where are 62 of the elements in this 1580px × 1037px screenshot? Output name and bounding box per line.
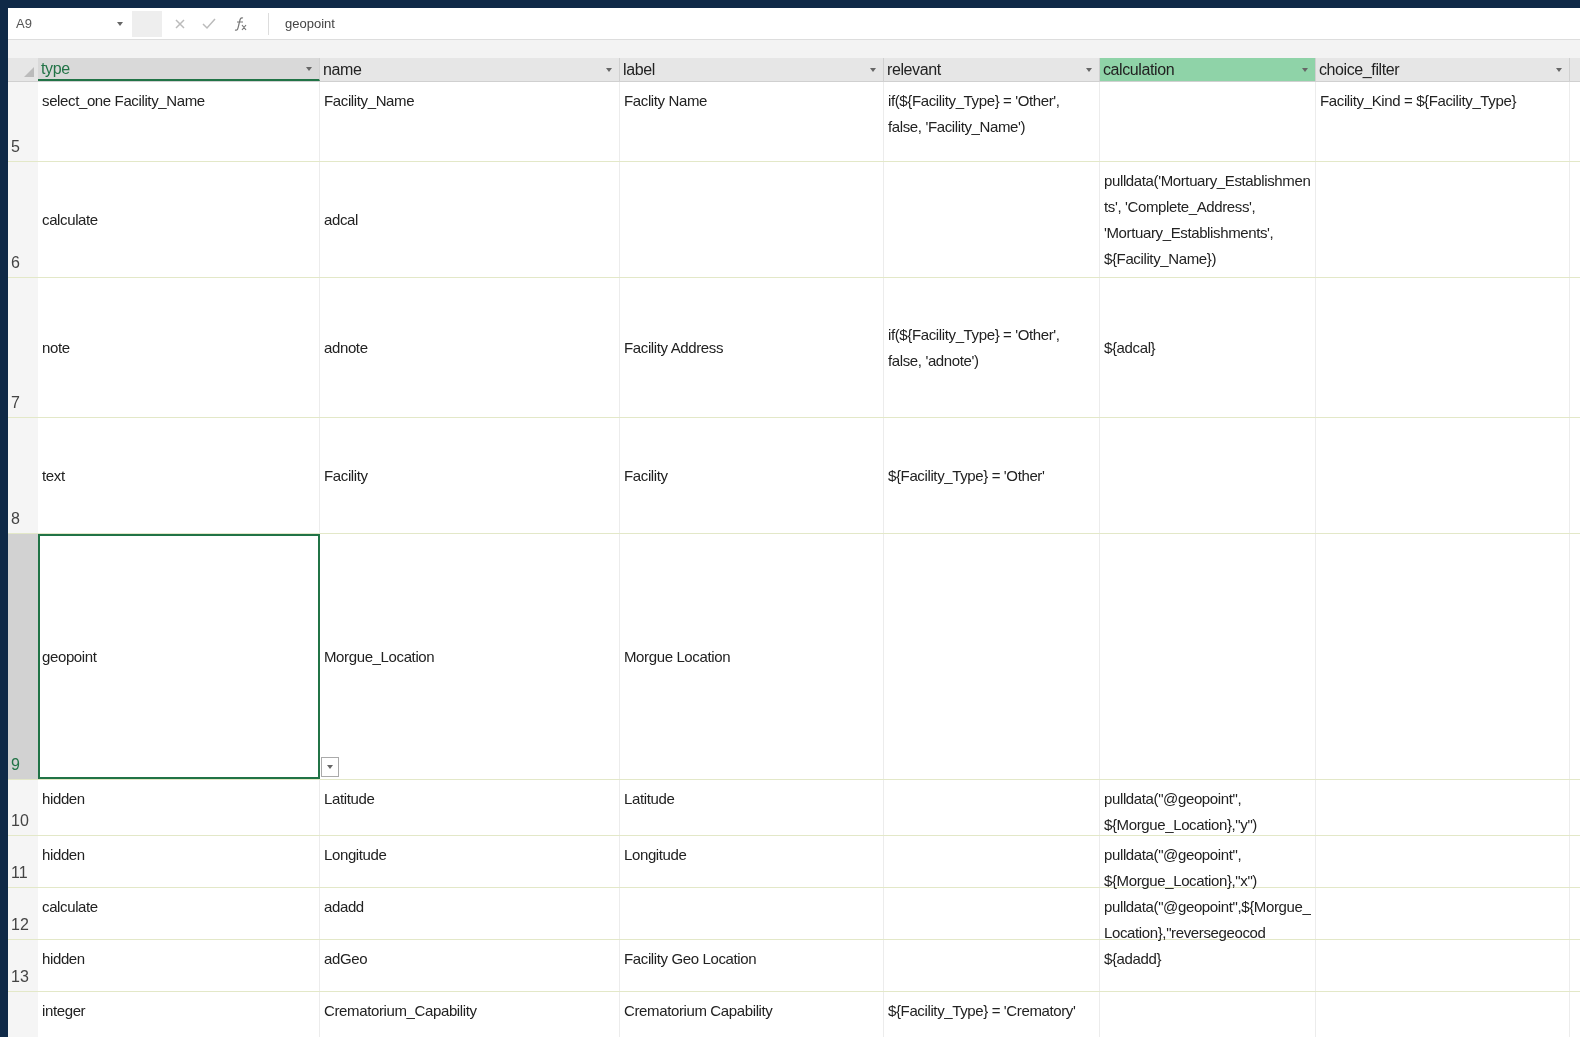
table-cell: adadd	[320, 888, 620, 939]
table-cell: Facility	[320, 418, 620, 533]
dropdown-arrow-icon[interactable]	[1085, 66, 1093, 73]
formula-field[interactable]: geopoint	[277, 10, 1580, 37]
table-cell: pulldata("@geopoint",${Morgue_Location},"reversegeocod	[1100, 888, 1316, 939]
table-cell: Facility Address	[620, 278, 884, 417]
table-cell: ${adcal}	[1100, 278, 1316, 417]
table-cell: text	[38, 418, 320, 533]
table-cell: hidden	[38, 836, 320, 887]
table-cell: ${Facility_Type} = 'Crematory'	[884, 992, 1100, 1037]
row-header[interactable]: 13	[8, 940, 38, 991]
row-header[interactable]: 6	[8, 162, 38, 277]
table-cell: integer	[38, 992, 320, 1037]
table-cell: Morgue_Location	[320, 534, 620, 779]
table-cell: Latitude	[620, 780, 884, 835]
table-cell: Facility_Name	[320, 82, 620, 161]
table-cell: Faclity Name	[620, 82, 884, 161]
table-cell: select_one Facility_Name	[38, 82, 320, 161]
dropdown-arrow-icon[interactable]	[1301, 66, 1309, 73]
table-cell: if(${Facility_Type} = 'Other', false, 'adnote')	[884, 278, 1100, 417]
table-cell: Crematorium Capability	[620, 992, 884, 1037]
table-cell: note	[38, 278, 320, 417]
table-cell: adnote	[320, 278, 620, 417]
table-cell: ${adadd}	[1100, 940, 1316, 991]
table-cell: if(${Facility_Type} = 'Other', false, 'Facility_Name')	[884, 82, 1100, 161]
row-header[interactable]: 12	[8, 888, 38, 939]
dropdown-arrow-icon[interactable]	[305, 65, 313, 72]
table-cell: ${Facility_Type} = 'Other'	[884, 418, 1100, 533]
table-cell: Facility	[620, 418, 884, 533]
dropdown-arrow-icon[interactable]	[1555, 66, 1563, 73]
table-cell: adcal	[320, 162, 620, 277]
dropdown-arrow-icon[interactable]	[116, 20, 124, 27]
table-cell: Morgue Location	[620, 534, 884, 779]
row-header[interactable]: 8	[8, 418, 38, 533]
table-cell: Longitude	[620, 836, 884, 887]
table-cell: Facility_Kind = ${Facility_Type}	[1316, 82, 1570, 161]
function-icon[interactable]	[232, 15, 248, 32]
table-cell: calculate	[38, 162, 320, 277]
table-cell: calculate	[38, 888, 320, 939]
row-header[interactable]: 9	[8, 534, 38, 779]
table-cell: Longitude	[320, 836, 620, 887]
selected-cell[interactable]: geopoint	[38, 534, 320, 779]
column-header[interactable]: calculation	[1100, 58, 1316, 81]
row-header[interactable]: 7	[8, 278, 38, 417]
name-box[interactable]: A9	[8, 10, 132, 37]
table-cell: Latitude	[320, 780, 620, 835]
column-header[interactable]: type	[38, 58, 320, 81]
check-icon[interactable]	[202, 17, 216, 30]
row-header[interactable]: 5	[8, 82, 38, 161]
row-header[interactable]: 11	[8, 836, 38, 887]
table-cell: hidden	[38, 940, 320, 991]
dropdown-arrow-icon[interactable]	[605, 66, 613, 73]
column-header[interactable]: choice_filter	[1316, 58, 1570, 81]
dropdown-arrow-icon[interactable]	[869, 66, 877, 73]
table-cell: hidden	[38, 780, 320, 835]
table-cell: pulldata("@geopoint", ${Morgue_Location},"y")	[1100, 780, 1316, 835]
table-cell: pulldata('Mortuary_Establishments', 'Complete_Address', 'Mortuary_Establishments', ${Facility_Name})	[1100, 162, 1316, 277]
row-header[interactable]: 10	[8, 780, 38, 835]
table-cell: Facility Geo Location	[620, 940, 884, 991]
table-cell: pulldata("@geopoint", ${Morgue_Location},"x")	[1100, 836, 1316, 887]
table-cell: Crematorium_Capability	[320, 992, 620, 1037]
table-cell: adGeo	[320, 940, 620, 991]
